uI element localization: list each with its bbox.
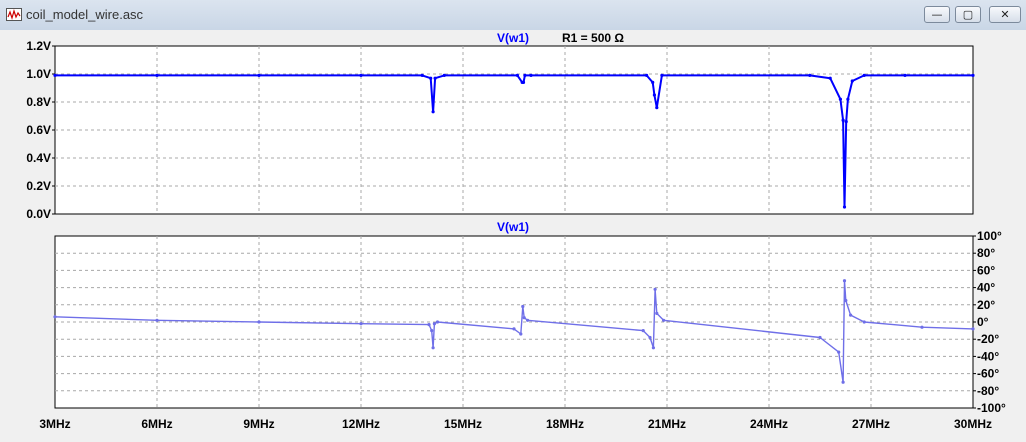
title-bar: coil_model_wire.asc — ▢ ✕ xyxy=(0,0,1026,31)
phase-pane[interactable]: -100°-80°-60°-40°-20°0°20°40°60°80°100° … xyxy=(53,220,1006,415)
window-title: coil_model_wire.asc xyxy=(26,7,144,22)
magnitude-y-tick-label: 0.2V xyxy=(26,179,51,193)
phase-data-point xyxy=(430,329,434,333)
magnitude-data-point xyxy=(420,73,424,77)
magnitude-data-point xyxy=(433,76,437,80)
x-tick-label: 6MHz xyxy=(141,417,172,431)
magnitude-data-point xyxy=(523,73,527,77)
phase-data-point xyxy=(155,318,159,322)
phase-data-point xyxy=(53,315,57,319)
phase-data-point xyxy=(837,350,841,354)
magnitude-data-point xyxy=(971,73,975,77)
phase-y-tick-label: 60° xyxy=(977,263,995,277)
magnitude-data-point xyxy=(155,73,159,77)
phase-y-tick-label: -100° xyxy=(977,401,1006,415)
phase-data-point xyxy=(655,311,659,315)
phase-y-tick-label: 80° xyxy=(977,246,995,260)
x-tick-label: 30MHz xyxy=(954,417,992,431)
phase-data-point xyxy=(920,325,924,329)
magnitude-data-point xyxy=(257,73,261,77)
phase-data-point xyxy=(257,320,261,324)
magnitude-data-point xyxy=(838,97,843,101)
phase-y-tick-label: 0° xyxy=(977,315,989,329)
magnitude-data-point xyxy=(842,205,847,209)
magnitude-y-tick-label: 0.0V xyxy=(26,207,51,221)
magnitude-data-point xyxy=(660,73,664,77)
phase-data-point xyxy=(648,335,652,340)
phase-data-point xyxy=(641,329,645,333)
magnitude-y-tick-label: 1.2V xyxy=(26,39,51,53)
phase-data-point xyxy=(849,313,853,317)
x-tick-label: 9MHz xyxy=(243,417,274,431)
phase-data-point xyxy=(844,298,848,303)
waveform-plot-area[interactable]: 0.0V 0.2V 0.4V 0.6V 0.8V 1.0V 1.2V V(w1) R1 = … xyxy=(0,30,1026,442)
phase-data-point xyxy=(971,327,975,331)
phase-data-point xyxy=(818,335,822,340)
magnitude-data-point xyxy=(53,73,57,77)
magnitude-data-point xyxy=(655,106,659,110)
magnitude-y-tick-label: 0.8V xyxy=(26,95,51,109)
phase-data-point xyxy=(427,323,431,327)
phase-data-point xyxy=(519,332,523,336)
phase-data-point xyxy=(862,320,866,324)
magnitude-data-point xyxy=(808,73,812,77)
magnitude-data-point xyxy=(521,80,526,84)
magnitude-data-point xyxy=(442,73,446,77)
phase-data-point xyxy=(431,346,435,350)
phase-data-point xyxy=(432,322,436,326)
magnitude-data-point xyxy=(903,73,907,77)
magnitude-data-point xyxy=(529,73,533,77)
phase-trace-label[interactable]: V(w1) xyxy=(497,220,529,234)
magnitude-y-tick-label: 1.0V xyxy=(26,67,51,81)
phase-y-tick-label: -80° xyxy=(977,384,999,398)
magnitude-data-point xyxy=(846,97,850,101)
phase-y-tick-label: 100° xyxy=(977,229,1002,243)
phase-y-tick-label: -40° xyxy=(977,349,999,363)
magnitude-trace-label[interactable]: V(w1) xyxy=(497,31,529,45)
phase-data-point xyxy=(512,327,516,331)
phase-data-point xyxy=(653,287,657,291)
magnitude-data-point xyxy=(850,79,854,83)
maximize-button[interactable]: ▢ xyxy=(955,6,981,23)
phase-data-point xyxy=(435,320,440,324)
magnitude-data-point xyxy=(828,76,832,80)
magnitude-data-point xyxy=(652,93,657,97)
phase-data-point xyxy=(841,380,845,384)
phase-data-point xyxy=(651,346,656,350)
phase-y-tick-label: 20° xyxy=(977,298,995,312)
magnitude-pane[interactable]: 0.0V 0.2V 0.4V 0.6V 0.8V 1.0V 1.2V V(w1) R1 = … xyxy=(26,31,975,221)
magnitude-data-point xyxy=(645,73,649,77)
magnitude-data-point xyxy=(841,118,845,122)
magnitude-y-tick-label: 0.6V xyxy=(26,123,51,137)
x-tick-label: 12MHz xyxy=(342,417,380,431)
magnitude-data-point xyxy=(844,120,848,124)
phase-data-point xyxy=(842,279,847,283)
x-tick-label: 3MHz xyxy=(39,417,70,431)
magnitude-data-point xyxy=(431,110,435,114)
phase-data-point xyxy=(526,318,530,322)
minimize-button[interactable]: — xyxy=(924,6,950,23)
phase-data-point xyxy=(662,318,666,322)
magnitude-data-point xyxy=(429,76,433,80)
phase-y-tick-label: -60° xyxy=(977,367,999,381)
magnitude-data-point xyxy=(515,73,520,77)
magnitude-y-tick-label: 0.4V xyxy=(26,151,51,165)
magnitude-data-point xyxy=(651,80,655,84)
phase-data-point xyxy=(522,316,526,320)
phase-data-point xyxy=(359,322,363,326)
close-button[interactable]: ✕ xyxy=(989,6,1021,23)
phase-data-point xyxy=(521,304,525,309)
waveform-viewer-icon xyxy=(6,8,22,21)
x-tick-label: 24MHz xyxy=(750,417,788,431)
phase-y-tick-label: 40° xyxy=(977,281,995,295)
step-label: R1 = 500 Ω xyxy=(562,31,624,45)
x-tick-label: 21MHz xyxy=(648,417,686,431)
x-tick-label: 18MHz xyxy=(546,417,584,431)
magnitude-data-point xyxy=(862,73,866,77)
x-tick-label: 15MHz xyxy=(444,417,482,431)
magnitude-data-point xyxy=(359,73,363,77)
phase-y-tick-label: -20° xyxy=(977,332,999,346)
x-tick-label: 27MHz xyxy=(852,417,890,431)
